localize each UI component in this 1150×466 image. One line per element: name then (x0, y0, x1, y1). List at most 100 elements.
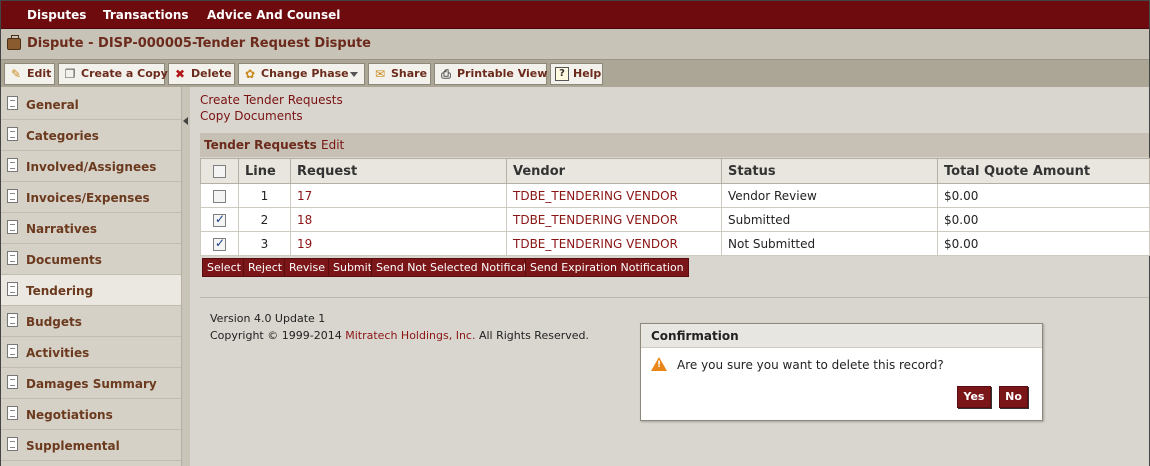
briefcase-icon (7, 35, 21, 50)
nav-advice-and-counsel[interactable]: Advice And Counsel (207, 8, 340, 22)
sidebar-item-label: Categories (26, 129, 99, 143)
printable-view-label: Printable View (457, 67, 548, 80)
sidebar-item-label: Negotiations (26, 408, 113, 422)
sidebar-item-invoices-expenses[interactable]: Invoices/Expenses (1, 182, 181, 213)
sidebar-item-negotiations[interactable]: Negotiations (1, 399, 181, 430)
sidebar-item-narratives[interactable]: Narratives (1, 213, 181, 244)
column-header-total-quote-amount[interactable]: Total Quote Amount (937, 158, 1150, 184)
no-button[interactable]: No (999, 386, 1028, 408)
sidebar-item-label: Damages Summary (26, 377, 157, 391)
help-button[interactable]: ? Help (550, 63, 603, 85)
row-select-cell (200, 183, 239, 208)
document-icon (7, 158, 18, 172)
request-link[interactable]: 17 (290, 183, 507, 208)
vendor-link[interactable]: TDBE_TENDERING VENDOR (506, 231, 722, 256)
vendor-link[interactable]: TDBE_TENDERING VENDOR (506, 207, 722, 232)
chevron-down-icon[interactable] (350, 72, 358, 77)
dialog-header[interactable]: Confirmation (641, 324, 1042, 348)
sidebar-splitter[interactable] (181, 87, 190, 466)
row-checkbox[interactable] (213, 212, 226, 227)
tender-requests-header: Tender Requests Edit (200, 133, 1149, 157)
document-icon (7, 406, 18, 420)
sidebar-item-activities[interactable]: Activities (1, 337, 181, 368)
sidebar-item-tendering[interactable]: Tendering (1, 275, 181, 306)
send-expiration-notification-button[interactable]: Send Expiration Notification (525, 258, 689, 277)
change-phase-button[interactable]: ✿ Change Phase (238, 63, 365, 85)
select-all-cell (200, 158, 239, 184)
collapse-left-icon[interactable] (183, 117, 188, 125)
edit-button[interactable]: ✎ Edit (4, 63, 55, 85)
sidebar-item-budgets[interactable]: Budgets (1, 306, 181, 337)
pencil-icon: ✎ (10, 67, 22, 81)
version-text: Version 4.0 Update 1 (210, 312, 326, 325)
column-header-request[interactable]: Request (290, 158, 507, 184)
top-nav: Disputes Transactions Advice And Counsel (1, 1, 1149, 29)
table-row: 1 17 TDBE_TENDERING VENDOR Vendor Review… (200, 183, 1150, 208)
sidebar-item-label: Involved/Assignees (26, 160, 157, 174)
delete-button[interactable]: ✖ Delete (168, 63, 235, 85)
column-header-vendor[interactable]: Vendor (506, 158, 722, 184)
printer-icon: ⎙ (441, 67, 451, 81)
request-link[interactable]: 19 (290, 231, 507, 256)
section-edit-link[interactable]: Edit (321, 138, 344, 152)
printable-view-button[interactable]: ⎙ Printable View (434, 63, 547, 85)
column-header-line[interactable]: Line (238, 158, 291, 184)
nav-disputes[interactable]: Disputes (27, 8, 86, 22)
sidebar-item-documents[interactable]: Documents (1, 244, 181, 275)
sidebar-item-damages-summary[interactable]: Damages Summary (1, 368, 181, 399)
copyright-prefix: Copyright © 1999-2014 (210, 329, 346, 342)
document-icon (7, 313, 18, 327)
request-link[interactable]: 18 (290, 207, 507, 232)
delete-label: Delete (191, 67, 232, 80)
help-icon: ? (555, 67, 569, 81)
line-cell: 3 (238, 231, 291, 256)
phase-icon: ✿ (244, 67, 256, 81)
sidebar-item-label: Documents (26, 253, 102, 267)
column-header-status[interactable]: Status (721, 158, 938, 184)
create-tender-requests-link[interactable]: Create Tender Requests (200, 93, 343, 107)
table-header-row: Line Request Vendor Status Total Quote A… (200, 158, 1150, 184)
row-checkbox[interactable] (213, 236, 226, 251)
amount-cell: $0.00 (937, 207, 1150, 232)
line-cell: 1 (238, 183, 291, 208)
share-button[interactable]: ✉ Share (368, 63, 431, 85)
submit-button[interactable]: Submit (328, 258, 378, 277)
company-link[interactable]: Mitratech Holdings, Inc. (345, 329, 475, 342)
send-not-selected-notification-button[interactable]: Send Not Selected Notification (371, 258, 550, 277)
revise-button[interactable]: Revise (284, 258, 330, 277)
sidebar-item-label: Supplemental (26, 439, 120, 453)
change-phase-label: Change Phase (261, 67, 349, 80)
sidebar-item-general[interactable]: General (1, 89, 181, 120)
sidebar-item-supplemental[interactable]: Supplemental (1, 430, 181, 461)
document-icon (7, 220, 18, 234)
document-icon (7, 282, 18, 296)
sidebar-item-label: Narratives (26, 222, 98, 236)
copy-documents-link[interactable]: Copy Documents (200, 109, 303, 123)
sidebar-item-label: General (26, 98, 79, 112)
sidebar-item-label: Budgets (26, 315, 82, 329)
document-icon (7, 96, 18, 110)
dialog-title: Confirmation (651, 329, 739, 343)
create-copy-button[interactable]: ❐ Create a Copy (58, 63, 168, 85)
amount-cell: $0.00 (937, 183, 1150, 208)
sidebar-item-categories[interactable]: Categories (1, 120, 181, 151)
copyright-suffix: All Rights Reserved. (475, 329, 589, 342)
yes-button[interactable]: Yes (957, 386, 991, 408)
select-button[interactable]: Select (202, 258, 246, 277)
copy-icon: ❐ (64, 67, 76, 81)
reject-button[interactable]: Reject (243, 258, 288, 277)
document-icon (7, 127, 18, 141)
row-checkbox[interactable] (213, 189, 226, 203)
section-title: Tender Requests (204, 138, 317, 152)
vendor-link[interactable]: TDBE_TENDERING VENDOR (506, 183, 722, 208)
select-all-checkbox[interactable] (213, 164, 226, 178)
nav-transactions[interactable]: Transactions (103, 8, 189, 22)
amount-cell: $0.00 (937, 231, 1150, 256)
sidebar-item-label: Tendering (26, 284, 94, 298)
share-label: Share (391, 67, 428, 80)
divider (200, 297, 1149, 298)
document-icon (7, 189, 18, 203)
dialog-message: Are you sure you want to delete this rec… (677, 358, 944, 372)
sidebar-item-involved-assignees[interactable]: Involved/Assignees (1, 151, 181, 182)
confirmation-dialog: Confirmation ! Are you sure you want to … (640, 323, 1043, 421)
